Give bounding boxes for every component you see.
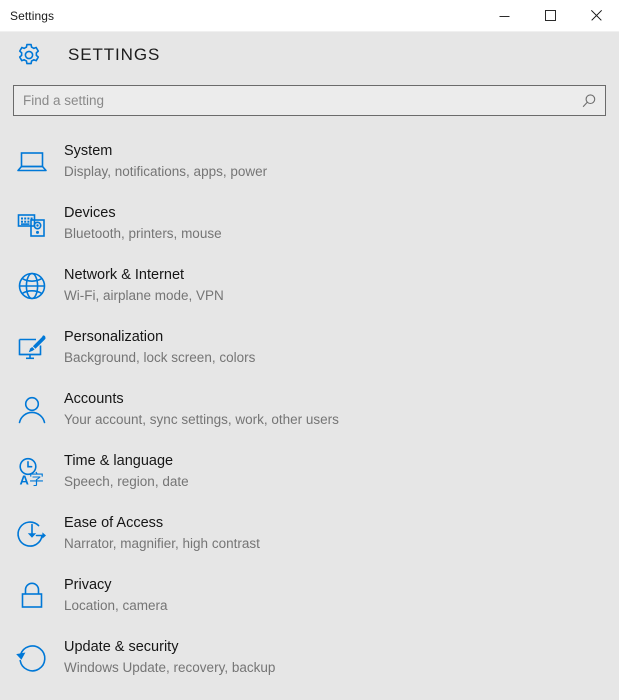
minimize-button[interactable] bbox=[481, 0, 527, 31]
maximize-button[interactable] bbox=[527, 0, 573, 31]
category-row-system[interactable]: System Display, notifications, apps, pow… bbox=[10, 134, 619, 196]
category-subtitle: Narrator, magnifier, high contrast bbox=[64, 536, 260, 551]
category-title: Update & security bbox=[64, 639, 179, 655]
page-title: SETTINGS bbox=[68, 45, 161, 64]
settings-category-list: System Display, notifications, apps, pow… bbox=[0, 134, 619, 700]
category-text: System Display, notifications, apps, pow… bbox=[64, 138, 267, 182]
lock-icon bbox=[10, 574, 54, 618]
titlebar-title: Settings bbox=[10, 8, 55, 23]
monitor-icon bbox=[10, 140, 54, 184]
category-text: Time & language Speech, region, date bbox=[64, 448, 189, 492]
person-icon bbox=[10, 388, 54, 432]
category-subtitle: Wi-Fi, airplane mode, VPN bbox=[64, 288, 224, 303]
category-text: Personalization Background, lock screen,… bbox=[64, 324, 255, 368]
minimize-icon bbox=[499, 16, 509, 17]
titlebar: Settings bbox=[0, 0, 619, 32]
ease-of-access-icon bbox=[10, 512, 54, 556]
paintbrush-monitor-icon bbox=[10, 326, 54, 370]
category-text: Network & Internet Wi-Fi, airplane mode,… bbox=[64, 262, 224, 306]
category-subtitle: Background, lock screen, colors bbox=[64, 350, 256, 365]
category-subtitle: Windows Update, recovery, backup bbox=[64, 660, 276, 675]
settings-header: SETTINGS bbox=[0, 32, 619, 74]
category-row-devices[interactable]: Devices Bluetooth, printers, mouse bbox=[10, 196, 619, 258]
category-text: Ease of Access Narrator, magnifier, high… bbox=[64, 510, 260, 554]
category-row-ease-of-access[interactable]: Ease of Access Narrator, magnifier, high… bbox=[10, 506, 619, 568]
category-text: Privacy Location, camera bbox=[64, 572, 168, 616]
gear-icon bbox=[14, 40, 44, 70]
category-title: Accounts bbox=[64, 391, 124, 407]
category-row-network[interactable]: Network & Internet Wi-Fi, airplane mode,… bbox=[10, 258, 619, 320]
svg-text:A: A bbox=[20, 473, 30, 488]
svg-text:字: 字 bbox=[29, 472, 44, 489]
refresh-icon bbox=[10, 636, 54, 680]
category-subtitle: Speech, region, date bbox=[64, 474, 189, 489]
search-input[interactable] bbox=[13, 85, 606, 116]
category-text: Update & security Windows Update, recove… bbox=[64, 634, 275, 678]
category-title: Personalization bbox=[64, 329, 164, 345]
settings-window: Settings SETTINGS Find a setting System … bbox=[0, 0, 619, 700]
category-row-accounts[interactable]: Accounts Your account, sync settings, wo… bbox=[10, 382, 619, 444]
clock-language-icon: A 字 bbox=[10, 450, 54, 494]
close-button[interactable] bbox=[573, 0, 619, 31]
search-box bbox=[13, 85, 606, 116]
close-icon bbox=[590, 10, 602, 21]
category-row-time-language[interactable]: A 字 Time & language Speech, region, date bbox=[10, 444, 619, 506]
category-subtitle: Bluetooth, printers, mouse bbox=[64, 226, 222, 241]
globe-icon bbox=[10, 264, 54, 308]
category-subtitle: Location, camera bbox=[64, 598, 168, 613]
devices-icon bbox=[10, 202, 54, 246]
category-row-personalization[interactable]: Personalization Background, lock screen,… bbox=[10, 320, 619, 382]
category-title: Devices bbox=[64, 205, 116, 221]
maximize-icon bbox=[544, 10, 556, 21]
category-title: Time & language bbox=[64, 453, 174, 469]
category-title: System bbox=[64, 143, 113, 159]
window-controls bbox=[481, 0, 619, 31]
category-text: Devices Bluetooth, printers, mouse bbox=[64, 200, 222, 244]
category-title: Network & Internet bbox=[64, 267, 185, 283]
category-text: Accounts Your account, sync settings, wo… bbox=[64, 386, 339, 430]
category-title: Ease of Access bbox=[64, 515, 164, 531]
category-subtitle: Display, notifications, apps, power bbox=[64, 164, 268, 179]
category-row-update-security[interactable]: Update & security Windows Update, recove… bbox=[10, 630, 619, 692]
category-row-privacy[interactable]: Privacy Location, camera bbox=[10, 568, 619, 630]
category-subtitle: Your account, sync settings, work, other… bbox=[64, 412, 339, 427]
category-title: Privacy bbox=[64, 577, 112, 593]
